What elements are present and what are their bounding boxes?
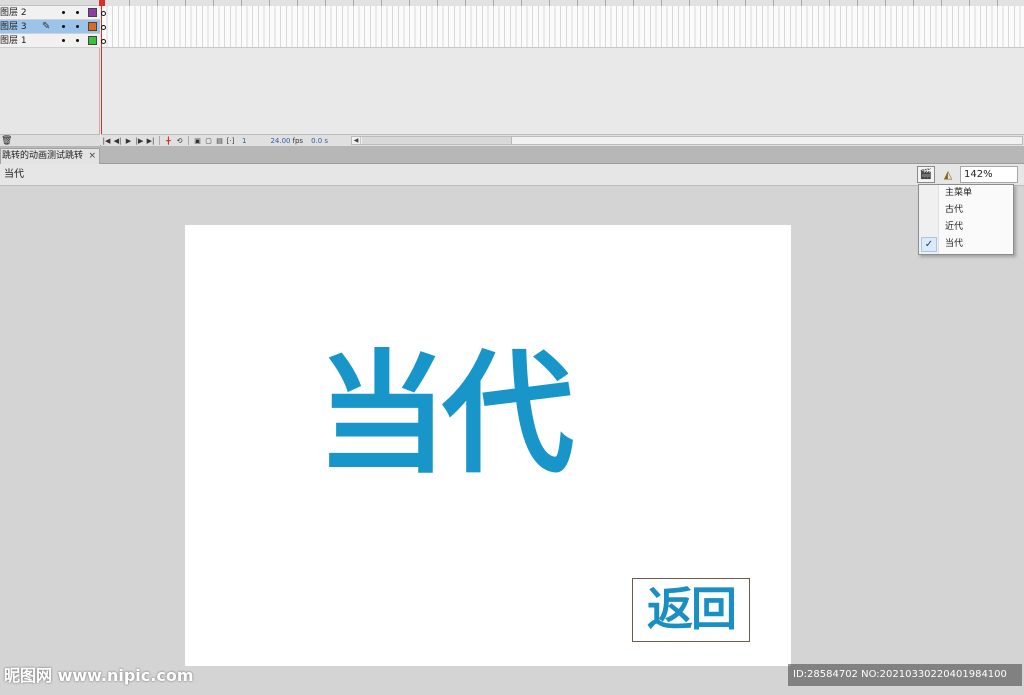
menu-item-label: 古代 <box>945 205 964 215</box>
edit-scene-icon[interactable]: 🎬 <box>917 166 935 183</box>
layer-name: 图层 3 <box>0 21 27 32</box>
scrollbar-thumb[interactable] <box>362 137 512 144</box>
document-tab-bar: 跳转的动画测试跳转 × <box>0 146 1024 164</box>
stage[interactable]: 当代 返回 <box>185 225 791 666</box>
watermark-left: 昵图网 www.nipic.com <box>4 666 194 685</box>
layer-name: 图层 1 <box>0 35 27 46</box>
scene-breadcrumb[interactable]: 当代 <box>4 164 24 186</box>
center-frame-icon[interactable]: ╋ <box>163 136 174 146</box>
lock-dot-icon[interactable] <box>76 39 79 42</box>
step-back-icon[interactable]: ◀| <box>112 136 123 146</box>
lock-dot-icon[interactable] <box>76 11 79 14</box>
onion-skin-icon[interactable]: ▣ <box>192 136 203 146</box>
layer-row-3[interactable]: 图层 3 ✎ <box>0 20 100 34</box>
edit-bar: 当代 🎬 ◭ 142% <box>0 164 1024 186</box>
zoom-field[interactable]: 142% <box>960 166 1018 183</box>
menu-item-main-menu[interactable]: 主菜单 <box>919 185 1013 202</box>
scene-menu: 主菜单 古代 近代 ✓ 当代 <box>918 184 1014 255</box>
layer-toolbar: 🗑 <box>0 134 100 146</box>
playhead-handle[interactable] <box>99 0 105 6</box>
layer-row-1[interactable]: 图层 1 <box>0 34 100 48</box>
keyframe-icon[interactable] <box>101 25 106 30</box>
keyframe-icon[interactable] <box>101 39 106 44</box>
menu-item-contemporary[interactable]: ✓ 当代 <box>919 236 1013 253</box>
check-icon: ✓ <box>921 237 937 252</box>
layer-row-2[interactable]: 图层 2 <box>0 6 100 20</box>
frame-grid[interactable] <box>101 6 1024 48</box>
visibility-dot-icon[interactable] <box>62 39 65 42</box>
back-button[interactable]: 返回 <box>632 578 750 642</box>
pencil-icon: ✎ <box>42 21 51 32</box>
layer-name: 图层 2 <box>0 7 27 18</box>
divider <box>159 136 160 145</box>
frame-area[interactable] <box>101 0 1024 134</box>
scroll-left-icon[interactable]: ◀ <box>352 137 361 144</box>
keyframe-icon[interactable] <box>101 11 106 16</box>
current-frame: 1 <box>242 136 247 145</box>
frame-rate[interactable]: 24.00 <box>270 137 290 145</box>
last-frame-icon[interactable]: ▶| <box>145 136 156 146</box>
lock-dot-icon[interactable] <box>76 25 79 28</box>
visibility-dot-icon[interactable] <box>62 25 65 28</box>
menu-item-modern[interactable]: 近代 <box>919 219 1013 236</box>
step-forward-icon[interactable]: |▶ <box>134 136 145 146</box>
onion-markers-icon[interactable]: [·] <box>225 136 236 146</box>
first-frame-icon[interactable]: |◀ <box>101 136 112 146</box>
layer-color-swatch[interactable] <box>88 8 97 17</box>
menu-item-ancient[interactable]: 古代 <box>919 202 1013 219</box>
document-tab-title: 跳转的动画测试跳转 <box>2 151 84 161</box>
document-tab[interactable]: 跳转的动画测试跳转 × <box>0 148 100 164</box>
timeline-scrollbar[interactable]: ◀ <box>351 136 1023 145</box>
menu-item-label: 近代 <box>945 222 964 232</box>
close-icon[interactable]: × <box>88 149 96 163</box>
menu-item-label: 主菜单 <box>945 188 973 198</box>
elapsed-time: 0.0 s <box>311 136 329 145</box>
edit-multiple-icon[interactable]: ▤ <box>214 136 225 146</box>
watermark-right: ID:28584702 NO:20210330220401984100 <box>788 664 1022 686</box>
stage-title-text: 当代 <box>316 338 574 492</box>
layer-color-swatch[interactable] <box>88 22 97 31</box>
onion-outline-icon[interactable]: ▢ <box>203 136 214 146</box>
divider <box>188 136 189 145</box>
layer-color-swatch[interactable] <box>88 36 97 45</box>
timeline-panel: 图层 2 图层 3 ✎ 图层 1 🗑 |◀ ◀| ▶ |▶ ▶| ╋ ⟲ ▣ ▢… <box>0 0 1024 146</box>
visibility-dot-icon[interactable] <box>62 11 65 14</box>
frame-rate-unit: fps <box>292 136 304 145</box>
edit-symbols-icon[interactable]: ◭ <box>939 166 957 183</box>
playhead-line <box>101 0 102 134</box>
loop-icon[interactable]: ⟲ <box>174 136 185 146</box>
play-icon[interactable]: ▶ <box>123 136 134 146</box>
layer-list: 图层 2 图层 3 ✎ 图层 1 🗑 <box>0 0 100 146</box>
menu-item-label: 当代 <box>945 239 964 249</box>
timeline-controls: |◀ ◀| ▶ |▶ ▶| ╋ ⟲ ▣ ▢ ▤ [·] 1 24.00 fps … <box>101 134 1024 146</box>
